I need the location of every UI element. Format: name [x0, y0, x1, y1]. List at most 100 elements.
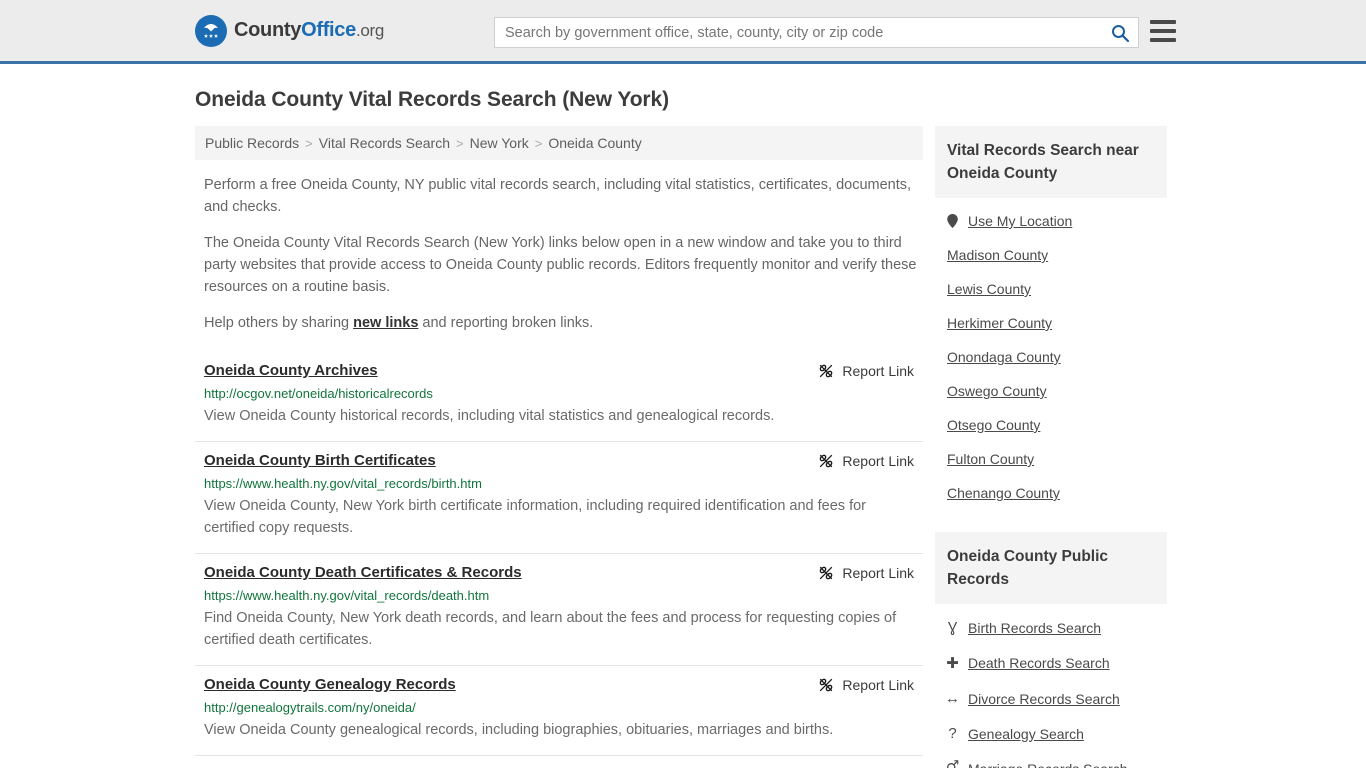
baby-icon: Ɣ	[947, 619, 958, 636]
sidebar-link-fulton-county[interactable]: Fulton County	[947, 451, 1034, 467]
sidebar-link-marriage-records-search[interactable]: Marriage Records Search	[968, 761, 1128, 768]
intro-paragraph-3: Help others by sharing new links and rep…	[204, 312, 922, 334]
sidebar-link-death-records-search[interactable]: Death Records Search	[968, 655, 1110, 671]
sidebar-public-records-list: Ɣ Birth Records Search ✚ Death Records Sear…	[935, 604, 1167, 768]
sidebar-link-chenango-county[interactable]: Chenango County	[947, 485, 1060, 501]
result-url[interactable]: https://www.health.ny.gov/vital_records/…	[204, 587, 923, 605]
hamburger-bar	[1150, 20, 1176, 24]
result-description: Find Oneida County, New York death recor…	[204, 610, 897, 648]
sidebar-link-birth-records-search[interactable]: Birth Records Search	[968, 620, 1101, 636]
result-header: Oneida County Birth Certificates Report L…	[204, 450, 923, 472]
sidebar-link-genealogy-search[interactable]: Genealogy Search	[968, 726, 1084, 742]
report-link-label: Report Link	[842, 764, 914, 768]
result-title-link[interactable]: Oneida County Archives	[204, 360, 378, 382]
content-columns: Public Records > Vital Records Search > New …	[195, 126, 1171, 768]
main-column: Public Records > Vital Records Search > New …	[195, 126, 923, 768]
sidebar-nearby-list: Use My Location Madison County Lewis Count…	[935, 198, 1167, 520]
logo-prefix: County	[234, 19, 302, 41]
report-link-button[interactable]: Report Link	[818, 450, 923, 472]
sidebar: Vital Records Search near Oneida County …	[935, 126, 1167, 768]
site-logo-text: CountyOffice.org	[234, 19, 384, 42]
hamburger-bar	[1150, 38, 1176, 42]
report-link-label: Report Link	[842, 677, 914, 693]
result-title-link[interactable]: Oneida County Genealogy Records	[204, 674, 456, 696]
breadcrumb-item-vital-records-search[interactable]: Vital Records Search	[319, 135, 450, 151]
logo-bold: Office	[301, 19, 356, 41]
sidebar-public-records-box: Oneida County Public Records Ɣ Birth Reco…	[935, 532, 1167, 768]
result-description: View Oneida County historical records, i…	[204, 408, 775, 424]
breadcrumb-item-new-york[interactable]: New York	[470, 135, 529, 151]
intro-paragraph-1: Perform a free Oneida County, NY public …	[204, 177, 912, 215]
sidebar-list-item: Madison County	[935, 238, 1167, 272]
hamburger-bar	[1150, 29, 1176, 33]
report-link-label: Report Link	[842, 453, 914, 469]
sidebar-nearby-heading: Vital Records Search near Oneida County	[935, 126, 1167, 198]
site-logo[interactable]: CountyOffice.org	[195, 14, 384, 47]
intro-p3-after: and reporting broken links.	[418, 315, 594, 331]
breadcrumb-item-oneida-county: Oneida County	[548, 135, 642, 151]
page-title: Oneida County Vital Records Search (New …	[195, 88, 669, 111]
result-item: Oneida County Death Certificates & Recor…	[195, 554, 923, 666]
sidebar-public-records-heading: Oneida County Public Records	[935, 532, 1167, 604]
left-right-arrow-icon: ↔	[945, 690, 960, 707]
new-links-link[interactable]: new links	[353, 315, 418, 331]
sidebar-link-use-my-location[interactable]: Use My Location	[968, 213, 1072, 229]
broken-link-icon	[818, 363, 834, 379]
result-item: Oneida County Archives Report Link http://…	[195, 352, 923, 442]
sidebar-link-otsego-county[interactable]: Otsego County	[947, 417, 1040, 433]
sidebar-link-divorce-records-search[interactable]: Divorce Records Search	[968, 691, 1120, 707]
sidebar-list-item: Fulton County	[935, 442, 1167, 476]
sidebar-link-herkimer-county[interactable]: Herkimer County	[947, 315, 1052, 331]
map-pin-icon	[945, 214, 960, 228]
sidebar-list-item: Herkimer County	[935, 306, 1167, 340]
result-url[interactable]: http://ocgov.net/oneida/historicalrecord…	[204, 385, 923, 403]
sidebar-nearby-box: Vital Records Search near Oneida County …	[935, 126, 1167, 520]
report-link-label: Report Link	[842, 363, 914, 379]
result-description: View Oneida County, New York birth certi…	[204, 498, 866, 536]
result-item: Oneida County Marriage Certificates & Re…	[195, 756, 923, 768]
sidebar-link-onondaga-county[interactable]: Onondaga County	[947, 349, 1061, 365]
sidebar-list-item: Lewis County	[935, 272, 1167, 306]
report-link-button[interactable]: Report Link	[818, 674, 923, 696]
sidebar-link-oswego-county[interactable]: Oswego County	[947, 383, 1047, 399]
result-header: Oneida County Marriage Certificates & Re…	[204, 764, 923, 768]
site-header: CountyOffice.org	[0, 0, 1366, 64]
report-link-button[interactable]: Report Link	[818, 360, 923, 382]
sidebar-link-lewis-county[interactable]: Lewis County	[947, 281, 1031, 297]
hamburger-menu-icon[interactable]	[1150, 20, 1176, 42]
intro-p3-before: Help others by sharing	[204, 315, 354, 331]
sidebar-list-item: Otsego County	[935, 408, 1167, 442]
result-header: Oneida County Archives Report Link	[204, 360, 923, 382]
result-item: Oneida County Birth Certificates Report L…	[195, 442, 923, 554]
result-title-link[interactable]: Oneida County Marriage Certificates & Re…	[204, 764, 542, 768]
result-title-link[interactable]: Oneida County Birth Certificates	[204, 450, 436, 472]
search-bar[interactable]	[494, 17, 1139, 48]
broken-link-icon	[818, 453, 834, 469]
page-container: Oneida County Vital Records Search (New …	[0, 88, 1366, 768]
report-link-label: Report Link	[842, 565, 914, 581]
result-title-link[interactable]: Oneida County Death Certificates & Recor…	[204, 562, 522, 584]
report-link-button[interactable]: Report Link	[818, 562, 923, 584]
breadcrumb-separator: >	[456, 135, 464, 151]
report-link-button[interactable]: Report Link	[818, 764, 923, 768]
search-button[interactable]	[1102, 18, 1138, 47]
breadcrumb-item-public-records[interactable]: Public Records	[205, 135, 299, 151]
result-url[interactable]: http://genealogytrails.com/ny/oneida/	[204, 699, 923, 717]
sidebar-link-madison-county[interactable]: Madison County	[947, 247, 1048, 263]
breadcrumb: Public Records > Vital Records Search > New …	[195, 126, 923, 160]
breadcrumb-separator: >	[534, 135, 543, 151]
result-header: Oneida County Genealogy Records Report Li…	[204, 674, 923, 696]
search-input[interactable]	[495, 18, 1102, 47]
breadcrumb-separator: >	[305, 135, 313, 151]
sidebar-list-item: Onondaga County	[935, 340, 1167, 374]
sidebar-list-item: Chenango County	[935, 476, 1167, 510]
sidebar-list-item: Use My Location	[935, 204, 1167, 238]
results-list: Oneida County Archives Report Link http://…	[195, 352, 923, 768]
result-url[interactable]: https://www.health.ny.gov/vital_records/…	[204, 475, 923, 493]
male-female-icon: ⚥	[945, 760, 960, 768]
result-description: View Oneida County genealogical records,…	[204, 722, 834, 738]
intro-text: Perform a free Oneida County, NY public …	[195, 174, 923, 334]
eagle-seal-icon	[195, 14, 227, 47]
question-mark-icon: ?	[948, 725, 957, 742]
result-header: Oneida County Death Certificates & Recor…	[204, 562, 923, 584]
